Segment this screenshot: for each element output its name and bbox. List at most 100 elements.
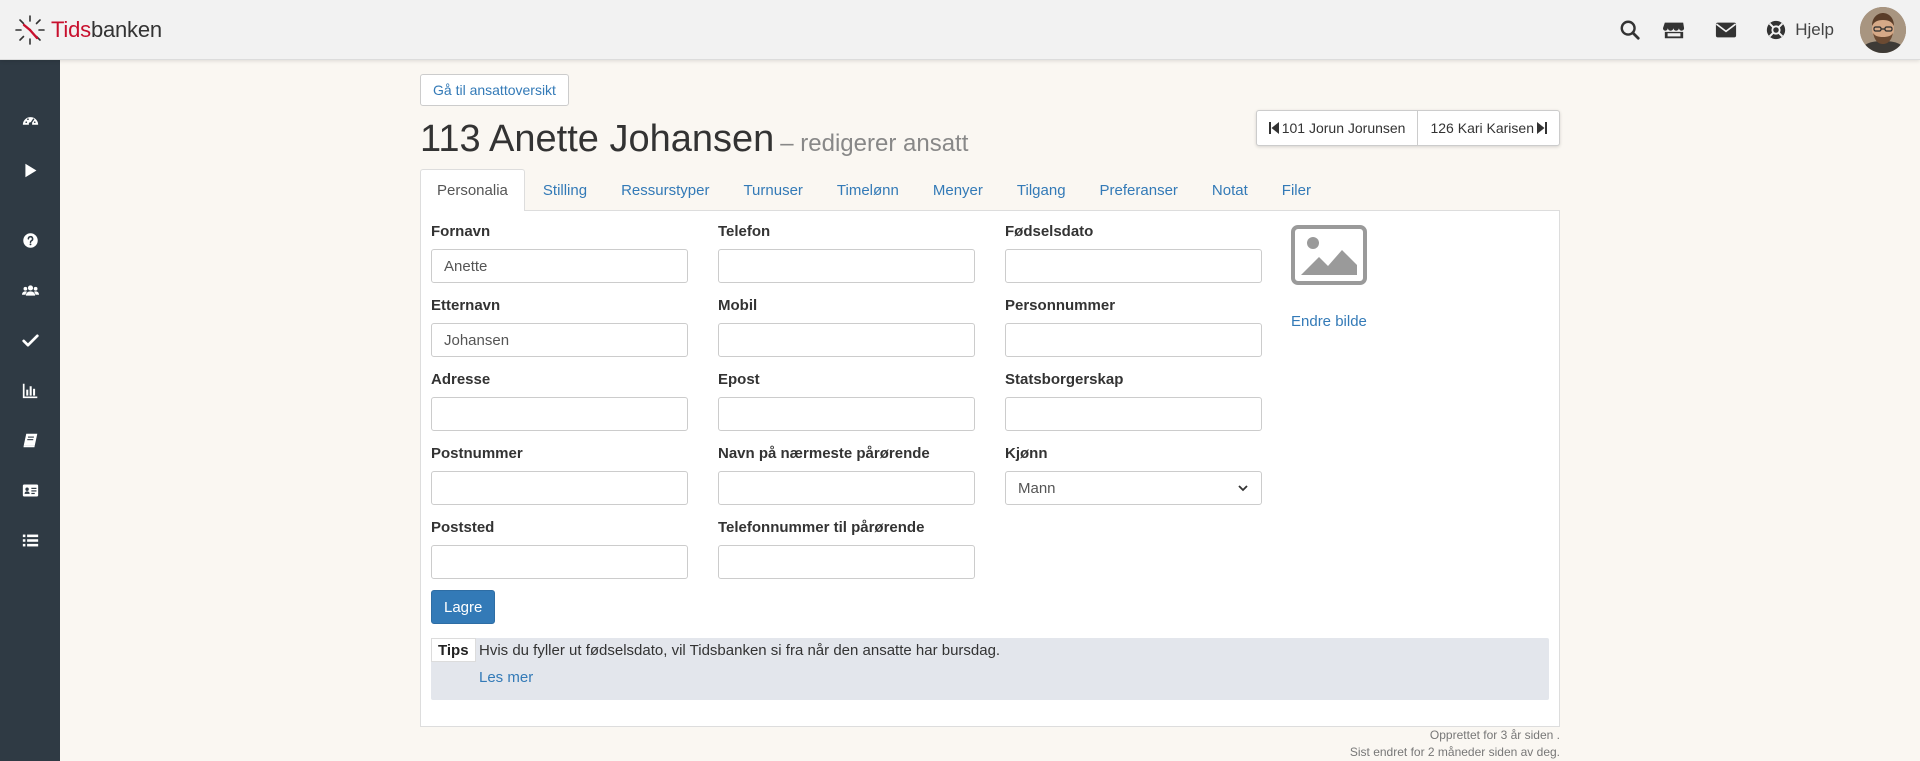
personnummer-label: Personnummer [1005,297,1116,314]
brand-name: Tidsbanken [51,17,162,42]
created-info: Opprettet for 3 år siden . [1429,728,1560,742]
epost-label: Epost [718,371,760,388]
postnummer-input[interactable] [431,471,688,505]
telefon-label: Telefon [718,223,771,240]
brand-logo[interactable]: Tidsbanken [14,14,162,46]
dashboard-icon [22,116,38,126]
store-icon[interactable] [1661,17,1687,43]
change-photo-link[interactable]: Endre bilde [1291,313,1367,330]
check-icon [21,333,39,347]
clock-logo-icon [15,15,45,45]
fornavn-field: Fornavn Anette [431,223,688,283]
page-subtitle: – redigerer ansatt [780,130,969,157]
sidebar-item-id-card[interactable] [0,472,60,508]
bar-chart-icon [22,383,37,398]
etternavn-field: Etternavn Johansen [431,297,688,357]
modified-info: Sist endret for 2 måneder siden av deg. [1349,745,1560,759]
image-placeholder-icon[interactable] [1291,225,1367,285]
save-button[interactable]: Lagre [431,590,496,624]
mobil-input[interactable] [718,323,975,357]
sidebar-item-dashboard[interactable] [0,102,60,138]
lifebuoy-icon [1767,20,1786,40]
fornavn-input[interactable]: Anette [431,249,688,283]
go-to-employee-overview-button[interactable]: Gå til ansattoversikt [420,74,569,106]
adresse-field: Adresse [431,371,688,431]
fodselsdato-label: Fødselsdato [1005,223,1094,240]
telefon-field: Telefon [718,223,975,283]
next-of-kin-phone-field: Telefonnummer til pårørende [718,519,975,579]
poststed-label: Poststed [431,519,495,536]
tips-box: Tips Hvis du fyller ut fødselsdato, vil … [431,638,1549,700]
tab-ressurstyper[interactable]: Ressurstyper [605,169,725,211]
tips-label: Tips [431,638,476,662]
next-of-kin-name-label: Navn på nærmeste pårørende [718,445,930,462]
statsborgerskap-input[interactable] [1005,397,1262,431]
poststed-field: Poststed [431,519,688,579]
tab-menyer[interactable]: Menyer [917,169,999,211]
statsborgerskap-field: Statsborgerskap [1005,371,1262,431]
sidebar-item-list[interactable] [0,522,60,558]
next-of-kin-name-input[interactable] [718,471,975,505]
users-icon [21,284,39,296]
kjonn-label: Kjønn [1005,445,1048,462]
page-title: 113 Anette Johansen – redigerer ansatt [420,118,968,161]
postnummer-field: Postnummer [431,445,688,505]
prev-employee-button[interactable]: 101 Jorun Jorunsen [1257,111,1418,145]
read-more-link[interactable]: Les mer [479,669,533,686]
statsborgerskap-label: Statsborgerskap [1005,371,1124,388]
personalia-panel: Fornavn Anette Etternavn Johansen Adress… [420,211,1560,727]
step-backward-icon [1268,122,1279,134]
tab-filer[interactable]: Filer [1266,169,1327,211]
fornavn-label: Fornavn [431,223,491,240]
book-icon [23,433,37,447]
question-icon [22,232,38,248]
adresse-input[interactable] [431,397,688,431]
postnummer-label: Postnummer [431,445,523,462]
top-bar: Tidsbanken Hjelp [0,0,1920,60]
search-icon[interactable] [1617,17,1643,43]
mobil-label: Mobil [718,297,758,314]
next-of-kin-phone-input[interactable] [718,545,975,579]
etternavn-label: Etternavn [431,297,501,314]
sidebar [0,60,60,761]
tips-text: Hvis du fyller ut fødselsdato, vil Tidsb… [479,642,1001,659]
employee-name: 113 Anette Johansen [420,118,775,160]
next-employee-button[interactable]: 126 Kari Karisen [1417,111,1559,145]
sidebar-item-approve[interactable] [0,322,60,358]
kjonn-field: Kjønn Mann [1005,445,1262,505]
sidebar-item-help[interactable] [0,222,60,258]
personnummer-input[interactable] [1005,323,1262,357]
personnummer-field: Personnummer [1005,297,1262,357]
adresse-label: Adresse [431,371,491,388]
tab-preferanser[interactable]: Preferanser [1084,169,1194,211]
id-card-icon [22,484,38,496]
next-of-kin-name-field: Navn på nærmeste pårørende [718,445,975,505]
tab-bar: Personalia Stilling Ressurstyper Turnuse… [420,169,1560,212]
poststed-input[interactable] [431,545,688,579]
sidebar-item-play[interactable] [0,152,60,188]
epost-field: Epost [718,371,975,431]
sidebar-item-reports[interactable] [0,372,60,408]
kjonn-select[interactable]: Mann [1005,471,1262,505]
sidebar-item-book[interactable] [0,422,60,458]
fodselsdato-field: Fødselsdato [1005,223,1262,283]
top-actions: Hjelp [1617,0,1920,60]
tab-personalia[interactable]: Personalia [420,169,525,212]
help-label: Hjelp [1795,20,1834,39]
tab-stilling[interactable]: Stilling [527,169,603,211]
tab-notat[interactable]: Notat [1196,169,1264,211]
tab-tilgang[interactable]: Tilgang [1001,169,1082,211]
sidebar-item-employees[interactable] [0,272,60,308]
tab-timelonn[interactable]: Timelønn [821,169,915,211]
avatar[interactable] [1860,7,1906,53]
envelope-icon[interactable] [1713,17,1739,43]
fodselsdato-input[interactable] [1005,249,1262,283]
tab-turnuser[interactable]: Turnuser [727,169,818,211]
epost-input[interactable] [718,397,975,431]
next-employee-label: 126 Kari Karisen [1430,120,1534,136]
chevron-down-icon [1238,485,1248,492]
etternavn-input[interactable]: Johansen [431,323,688,357]
help-menu[interactable]: Hjelp [1765,19,1834,41]
kjonn-selected-value: Mann [1018,479,1056,497]
telefon-input[interactable] [718,249,975,283]
